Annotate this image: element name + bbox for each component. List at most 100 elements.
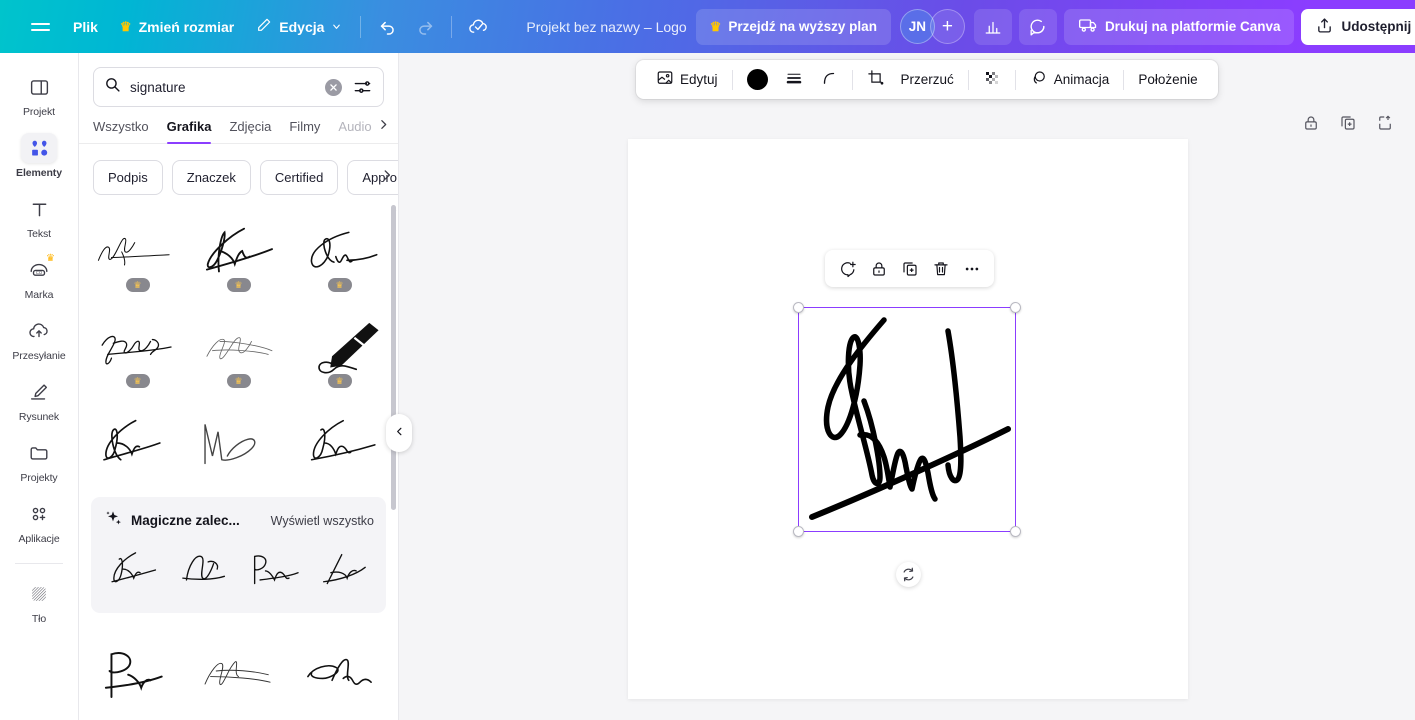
search-input[interactable]: [130, 79, 316, 95]
signature-thumb-2[interactable]: ♛: [192, 207, 285, 295]
print-canva-button[interactable]: Drukuj na platformie Canva: [1063, 8, 1295, 45]
bar-chart-icon[interactable]: [973, 8, 1012, 45]
sidebar-item-rysunek[interactable]: Rysunek: [5, 370, 73, 428]
cloud-check-icon[interactable]: [459, 9, 497, 45]
sidebar-label: Projekty: [20, 472, 58, 484]
magic-view-all-link[interactable]: Wyświetl wszystko: [271, 514, 374, 528]
pro-crown-badge: ♛: [125, 374, 150, 388]
signature-thumb-9[interactable]: [293, 399, 386, 487]
sidebar-label: Aplikacje: [18, 533, 60, 545]
sidebar-item-przesylanie[interactable]: Przesyłanie: [5, 309, 73, 367]
svg-text:CO: CO: [36, 270, 43, 275]
crown-icon: ♛: [119, 19, 132, 34]
color-swatch-button[interactable]: [739, 65, 776, 95]
sidebar-item-marka[interactable]: CO ♛ Marka: [5, 248, 73, 306]
tab-wszystko[interactable]: Wszystko: [93, 119, 149, 143]
sidebar-label: Elementy: [16, 167, 62, 179]
selection-frame[interactable]: [793, 302, 1021, 537]
pencil-icon: [256, 17, 272, 36]
panel-scrollbar[interactable]: [391, 205, 396, 510]
tab-filmy[interactable]: Filmy: [289, 119, 320, 143]
position-button[interactable]: Położenie: [1130, 65, 1205, 95]
signature-thumb-10[interactable]: [91, 627, 184, 715]
top-toolbar-right: ♛ Przejdź na wyższy plan JN + Drukuj na …: [695, 8, 1415, 45]
apps-grid-icon: [21, 499, 57, 529]
divider: [1123, 69, 1125, 90]
magic-signature-2[interactable]: [172, 539, 235, 601]
undo-icon[interactable]: [368, 9, 406, 45]
magic-signature-1[interactable]: [103, 539, 166, 601]
collapse-panel-button[interactable]: [386, 414, 412, 452]
comment-bubble-icon[interactable]: [1018, 8, 1057, 45]
duplicate-icon[interactable]: [895, 254, 924, 283]
search-results-grid: ♛ ♛ ♛ ♛ ♛ ♛: [79, 195, 398, 487]
crown-icon: ♛: [709, 19, 722, 34]
signature-thumb-8[interactable]: [192, 399, 285, 487]
sidebar-item-aplikacje[interactable]: Aplikacje: [5, 492, 73, 550]
signature-thumb-12[interactable]: [293, 627, 386, 715]
signature-thumb-1[interactable]: ♛: [91, 207, 184, 295]
file-menu-button[interactable]: Plik: [62, 9, 109, 45]
search-box[interactable]: [93, 67, 384, 107]
flip-button[interactable]: Przerzuć: [893, 65, 962, 95]
sidebar-item-tekst[interactable]: Tekst: [5, 187, 73, 245]
chip-certified[interactable]: Certified: [259, 160, 339, 195]
filter-sliders-icon[interactable]: [351, 76, 373, 98]
tab-grafika[interactable]: Grafika: [166, 119, 211, 144]
sidebar-item-elementy[interactable]: Elementy: [5, 126, 73, 184]
signature-thumb-7[interactable]: [91, 399, 184, 487]
edit-image-label: Edytuj: [680, 72, 718, 87]
redo-icon[interactable]: [406, 9, 444, 45]
signature-thumb-4[interactable]: ♛: [91, 303, 184, 391]
divider: [360, 15, 362, 38]
expand-page-icon[interactable]: [1371, 109, 1399, 137]
resize-handle-bottom-right[interactable]: [1010, 526, 1021, 537]
edit-menu-button[interactable]: Edycja: [245, 9, 353, 45]
edit-image-button[interactable]: Edytuj: [648, 65, 726, 95]
more-options-icon[interactable]: [957, 254, 986, 283]
resize-handle-bottom-left[interactable]: [793, 526, 804, 537]
sidebar-item-projekt[interactable]: Projekt: [5, 65, 73, 123]
tab-zdjecia[interactable]: Zdjęcia: [229, 119, 271, 143]
sidebar-item-projekty[interactable]: Projekty: [5, 431, 73, 489]
magic-signature-3[interactable]: [242, 539, 305, 601]
pro-crown-badge: ♛: [125, 278, 150, 292]
pro-crown-badge: ♛: [226, 278, 251, 292]
resize-handle-top-right[interactable]: [1010, 302, 1021, 313]
upgrade-plan-button[interactable]: ♛ Przejdź na wyższy plan: [695, 8, 891, 45]
chip-znaczek[interactable]: Znaczek: [171, 160, 251, 195]
lock-icon[interactable]: [864, 254, 893, 283]
delete-trash-icon[interactable]: [926, 254, 955, 283]
duplicate-page-icon[interactable]: [1334, 109, 1362, 137]
image-edit-icon: [656, 69, 674, 90]
curve-button[interactable]: [812, 65, 846, 95]
object-toolbar: Edytuj Przerzuć Animacja Położenie: [636, 60, 1218, 99]
tab-audio[interactable]: Audio: [338, 119, 371, 143]
pen-signature-thumb-6[interactable]: ♛: [293, 303, 386, 391]
animation-button[interactable]: Animacja: [1022, 65, 1118, 95]
add-comment-icon[interactable]: [833, 254, 862, 283]
line-style-button[interactable]: [776, 65, 812, 95]
resize-handle-top-left[interactable]: [793, 302, 804, 313]
chevron-right-icon[interactable]: [373, 118, 390, 136]
signature-thumb-5[interactable]: ♛: [192, 303, 285, 391]
rotate-handle[interactable]: [896, 562, 921, 587]
transparency-button[interactable]: [975, 65, 1009, 95]
signature-thumb-11[interactable]: [192, 627, 285, 715]
crop-button[interactable]: [859, 65, 893, 95]
chevron-right-icon[interactable]: [380, 168, 394, 187]
share-button[interactable]: Udostępnij: [1301, 8, 1415, 45]
document-title[interactable]: Projekt bez nazwy – Logo: [517, 13, 695, 41]
lock-icon[interactable]: [1297, 109, 1325, 137]
signature-thumb-3[interactable]: ♛: [293, 207, 386, 295]
hamburger-icon[interactable]: [18, 8, 62, 46]
magic-title: Magiczne zalec...: [131, 513, 240, 528]
magic-signature-4[interactable]: [311, 539, 374, 601]
clear-x-icon[interactable]: [325, 78, 342, 96]
sidebar-label: Tekst: [26, 228, 51, 240]
sidebar-item-tlo[interactable]: Tło: [5, 572, 73, 630]
chip-podpis[interactable]: Podpis: [93, 160, 163, 195]
add-collaborator-button[interactable]: +: [929, 9, 965, 44]
crop-icon: [867, 69, 885, 90]
resize-button[interactable]: ♛ Zmień rozmiar: [109, 9, 245, 45]
